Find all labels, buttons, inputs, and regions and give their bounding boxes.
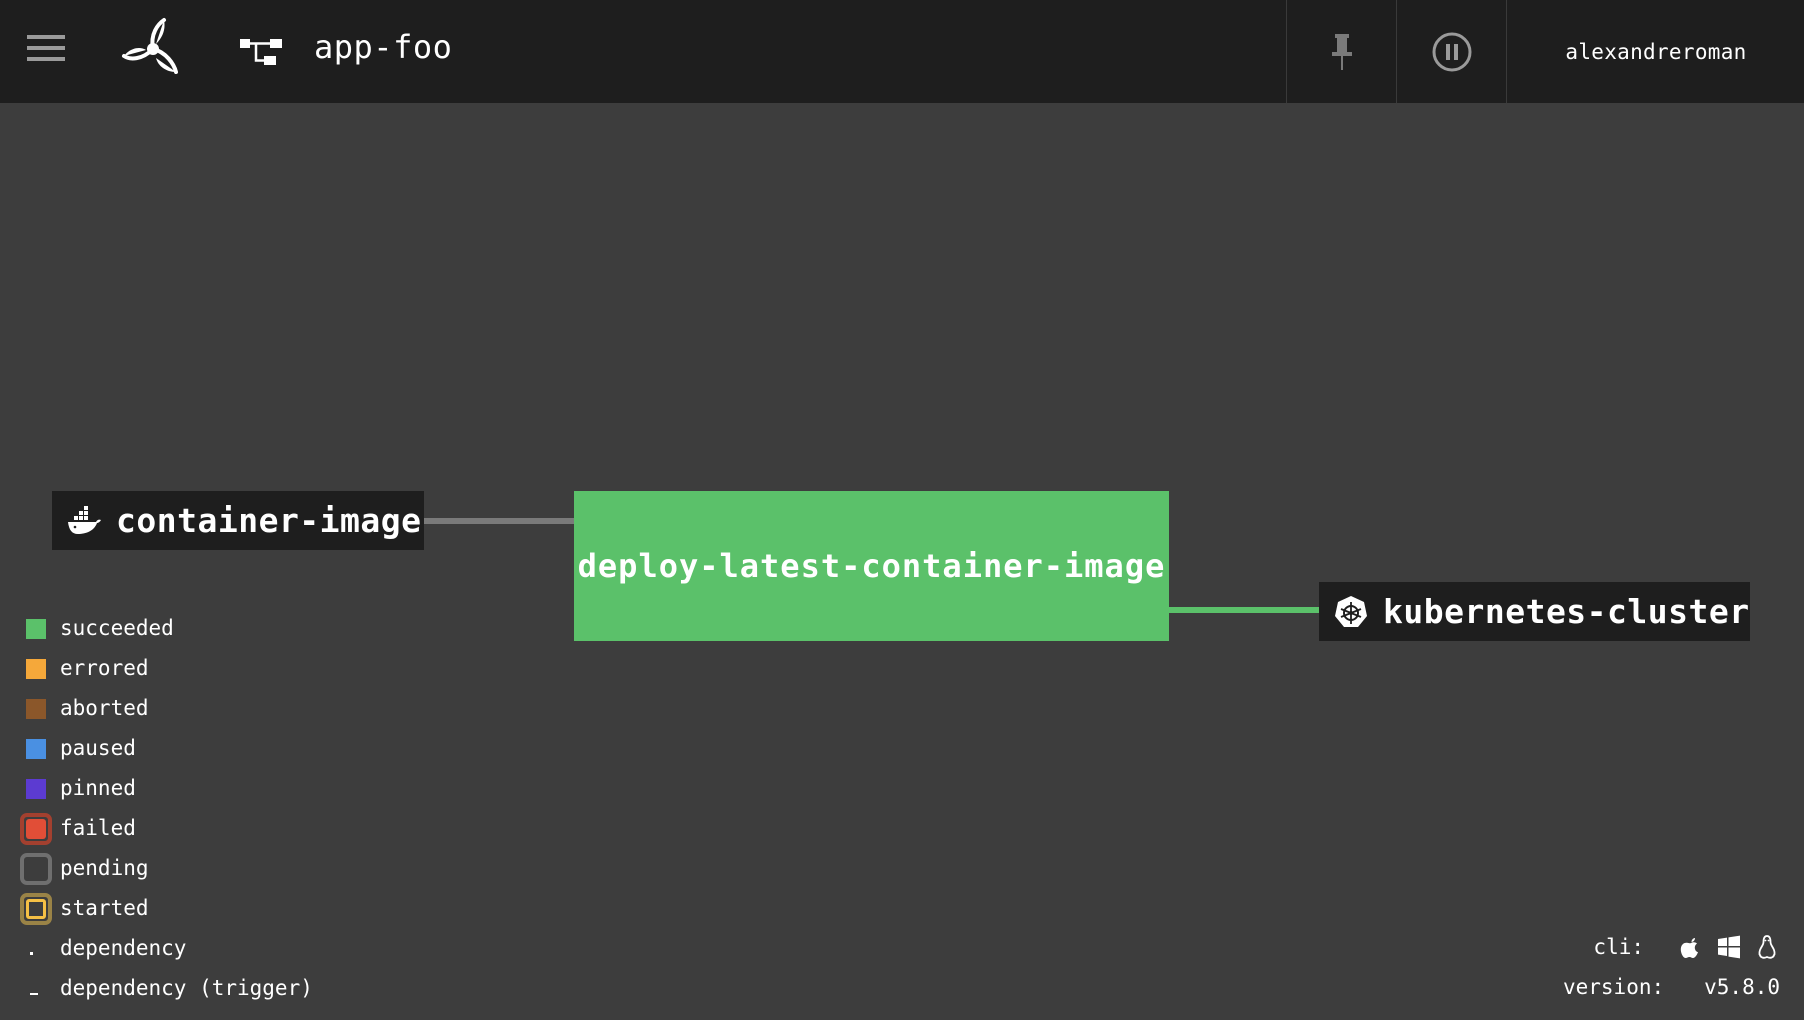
legend-label: paused (60, 736, 136, 760)
legend-item-pinned: pinned (20, 768, 313, 808)
menu-icon[interactable] (27, 35, 65, 61)
docker-icon (68, 505, 101, 534)
pipeline-icon (240, 39, 282, 65)
paused-swatch (26, 739, 46, 759)
legend-item-paused: paused (20, 728, 313, 768)
legend-label: errored (60, 656, 149, 680)
apple-icon[interactable] (1678, 934, 1704, 960)
legend-item-pending: pending (20, 848, 313, 888)
version-value: v5.8.0 (1704, 975, 1780, 999)
job-label: deploy-latest-container-image (577, 547, 1166, 585)
legend-item-succeeded: succeeded (20, 608, 313, 648)
succeeded-swatch (26, 619, 46, 639)
started-swatch (20, 893, 52, 925)
legend-label: dependency (60, 936, 187, 960)
pause-icon (1432, 32, 1472, 71)
pause-pipeline-button[interactable] (1396, 0, 1507, 103)
dependency-trigger-mark (30, 993, 38, 995)
kubernetes-icon (1335, 595, 1367, 627)
resource-label: kubernetes-cluster (1383, 592, 1750, 631)
windows-icon[interactable] (1716, 934, 1742, 960)
pipeline-name: app-foo (314, 28, 453, 66)
concourse-logo[interactable] (120, 16, 186, 82)
errored-swatch (26, 659, 46, 679)
legend-item-errored: errored (20, 648, 313, 688)
pinned-swatch (26, 779, 46, 799)
version-info: version: v5.8.0 (1563, 975, 1780, 999)
pin-bar-button[interactable] (1286, 0, 1397, 103)
legend-label: dependency (trigger) (60, 976, 313, 1000)
job-deploy-latest-container-image[interactable]: deploy-latest-container-image (574, 491, 1169, 641)
legend-label: pinned (60, 776, 136, 800)
resource-kubernetes-cluster[interactable]: kubernetes-cluster (1319, 582, 1750, 641)
legend-label: failed (60, 816, 136, 840)
linux-icon[interactable] (1754, 934, 1780, 960)
version-label: version: (1562, 975, 1665, 999)
resource-label: container-image (116, 501, 422, 540)
legend-item-aborted: aborted (20, 688, 313, 728)
legend-label: aborted (60, 696, 149, 720)
dependency-edge-output (1168, 607, 1320, 613)
legend: succeeded errored aborted paused pinned … (20, 608, 313, 1008)
user-menu[interactable]: alexandreroman (1506, 0, 1804, 103)
legend-item-failed: failed (20, 808, 313, 848)
cli-label: cli: (1593, 935, 1644, 959)
legend-item-dependency-trigger: dependency (trigger) (20, 968, 313, 1008)
legend-item-started: started (20, 888, 313, 928)
pending-swatch (20, 853, 52, 885)
legend-label: pending (60, 856, 149, 880)
dependency-mark (30, 952, 33, 955)
aborted-swatch (26, 699, 46, 719)
username: alexandreroman (1565, 39, 1747, 64)
cli-downloads: cli: (1593, 934, 1780, 960)
legend-label: started (60, 896, 149, 920)
pin-icon (1332, 33, 1352, 70)
top-bar: app-foo alexandreroman (0, 0, 1804, 103)
resource-container-image[interactable]: container-image (52, 491, 424, 550)
failed-swatch (20, 813, 52, 845)
legend-item-dependency: dependency (20, 928, 313, 968)
dependency-edge-input (424, 518, 574, 524)
legend-label: succeeded (60, 616, 174, 640)
